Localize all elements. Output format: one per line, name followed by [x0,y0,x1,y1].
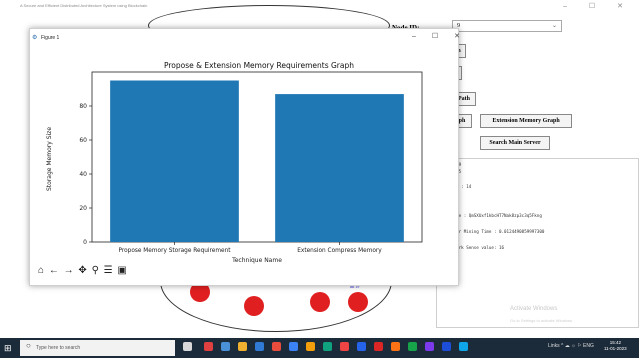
microphone-icon[interactable] [183,342,192,351]
configure-icon[interactable]: ☰ [104,265,114,276]
node-id-select[interactable]: 9 ⌄ [452,20,562,32]
app-icon-2[interactable] [221,342,230,351]
close-icon[interactable]: ✕ [454,33,460,40]
y-axis-ticks: 0 20 40 60 80 [79,103,92,246]
app-icon-11[interactable] [374,342,383,351]
taskbar-clock[interactable]: 15:42 11-01-2023 [604,340,627,352]
system-tray[interactable]: Links ^ ☁ ☼ ⚐ ENG [548,343,594,349]
x-tick-label: Propose Memory Storage Requirement [118,248,231,254]
node-circle[interactable] [310,292,330,312]
app-icon-4[interactable] [255,342,264,351]
app-icon-15[interactable] [442,342,451,351]
app-icon-14[interactable] [425,342,434,351]
clock-date: 11-01-2023 [604,346,627,351]
app-icon-5[interactable] [272,342,281,351]
app-icon-7[interactable] [306,342,315,351]
bar-chart: Propose & Extension Memory Requirements … [46,61,423,264]
minimize-icon[interactable]: – [412,33,416,40]
y-tick-label: 60 [79,137,87,144]
output-textarea[interactable]: T is : 9 ize = 25 Node is : 14 is : 2 Ha… [436,158,639,328]
activate-windows-subtext: Go to Settings to activate Windows. [510,318,574,323]
bar [110,80,239,242]
app-title: A Secure and Efficient Distributed Archi… [20,3,148,8]
app-icon-9[interactable] [340,342,349,351]
app-icon-3[interactable] [238,342,247,351]
app-icon-6[interactable] [289,342,298,351]
app-icon-12[interactable] [391,342,400,351]
home-icon[interactable]: ⌂ [38,265,45,276]
app-icon-1[interactable] [204,342,213,351]
x-axis-ticks: Propose Memory Storage Requirement Extens… [118,242,382,254]
y-tick-label: 80 [79,103,87,110]
y-tick-label: 20 [79,205,87,212]
extension-memory-graph-button[interactable]: Extension Memory Graph [480,114,572,128]
bar [275,94,404,242]
taskbar-search-input[interactable]: Type here to search [20,340,175,356]
activate-windows-watermark: Activate Windows [510,306,558,312]
forward-icon[interactable]: → [64,265,75,276]
search-icon: ○ [26,341,31,350]
bars [110,80,404,242]
app-icon-8[interactable] [323,342,332,351]
search-main-server-button[interactable]: Search Main Server [480,136,550,150]
save-icon[interactable]: ▣ [117,265,127,276]
x-tick-label: Extension Compress Memory [297,248,382,254]
zoom-icon[interactable]: ⚲ [92,265,100,276]
figure-window-title: Figure 1 [41,35,60,41]
chevron-down-icon: ⌄ [551,23,557,29]
y-axis-label: Storage Memory Size [46,127,53,191]
node-circle[interactable] [244,296,264,316]
maximize-icon[interactable]: ☐ [432,33,438,40]
app-icon-13[interactable] [408,342,417,351]
x-axis-label: Technique Name [231,257,282,264]
matplotlib-figure-icon: ⚙ [32,35,38,41]
node-circle[interactable] [348,292,368,312]
app-icon-10[interactable] [357,342,366,351]
chart-title: Propose & Extension Memory Requirements … [164,61,354,70]
windows-start-icon[interactable]: ⊞ [4,343,12,354]
figure-toolbar: ⌂ ← → ✥ ⚲ ☰ ▣ [38,265,128,276]
app-icon-16[interactable] [459,342,468,351]
pan-icon[interactable]: ✥ [78,265,87,276]
y-tick-label: 0 [83,239,87,246]
y-tick-label: 40 [79,171,87,178]
back-icon[interactable]: ← [49,265,60,276]
figure-window-controls[interactable]: – ☐ ✕ [398,32,460,40]
window-controls[interactable]: – ☐ ✕ [563,2,633,10]
